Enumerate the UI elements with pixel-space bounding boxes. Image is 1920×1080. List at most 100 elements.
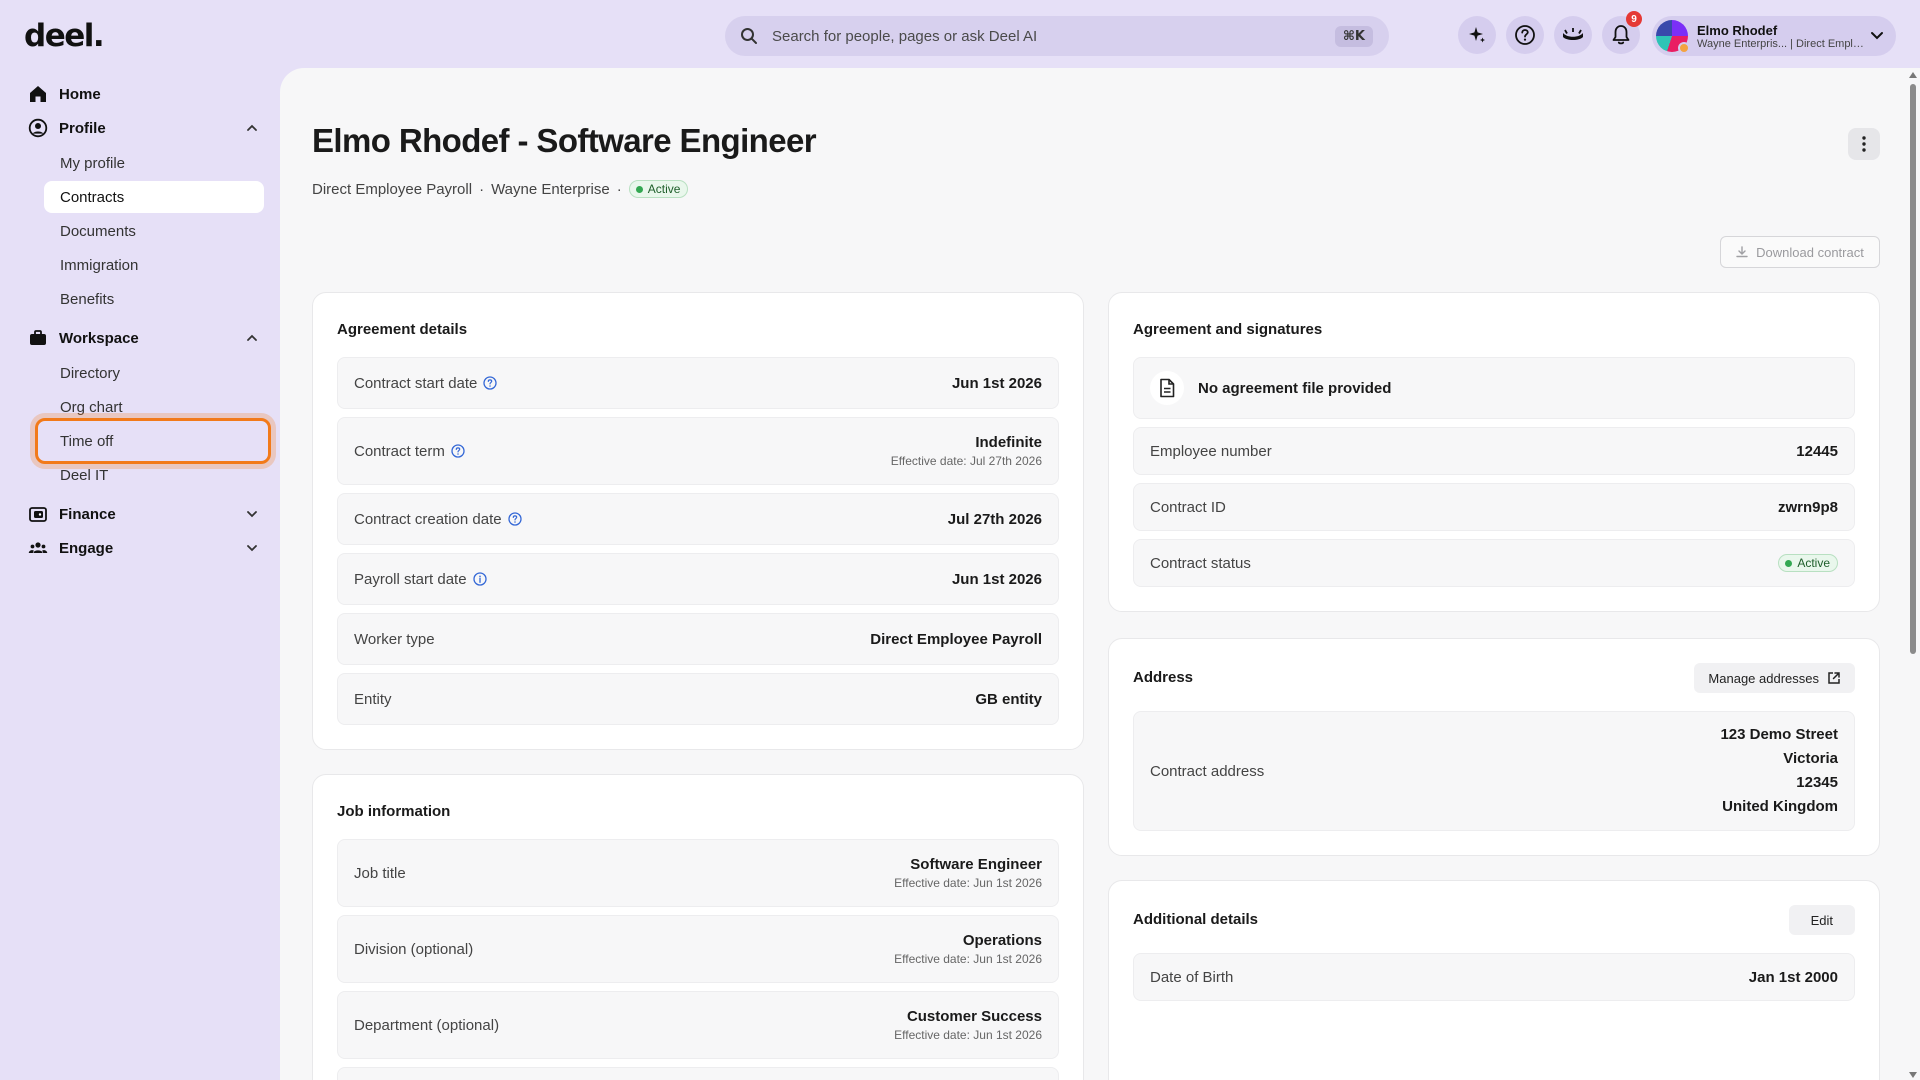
sidebar-section-profile[interactable]: Profile [28, 112, 258, 144]
manage-addresses-button[interactable]: Manage addresses [1694, 663, 1855, 693]
address-line: Victoria [1783, 750, 1838, 767]
sidebar-item-directory[interactable]: Directory [44, 357, 264, 389]
download-label: Download contract [1756, 244, 1864, 260]
agreement-signatures-card: Agreement and signatures No agreement fi… [1108, 292, 1880, 612]
row-label: Job title [354, 864, 406, 882]
company-name: Wayne Enterprise [491, 180, 610, 198]
row-value: Software Engineer [910, 856, 1042, 873]
search-shortcut: ⌘K [1334, 25, 1373, 47]
notification-count-badge: 9 [1626, 11, 1642, 27]
sidebar-item-home[interactable]: Home [28, 78, 258, 110]
manage-addresses-label: Manage addresses [1708, 670, 1819, 686]
detail-row: Job title Software Engineer Effective da… [337, 839, 1059, 907]
page-scrollbar[interactable] [1906, 68, 1920, 1080]
page-title: Elmo Rhodef - Software Engineer [312, 122, 817, 159]
effective-date: Effective date: Jun 1st 2026 [894, 1028, 1042, 1042]
info-question-icon[interactable] [451, 444, 465, 458]
agreement-file-row: No agreement file provided [1133, 357, 1855, 419]
row-value: Jun 1st 2026 [951, 570, 1042, 588]
detail-row: Worker type Direct Employee Payroll [337, 613, 1059, 665]
additional-details-card: Additional details Edit Date of Birth Ja… [1108, 880, 1880, 1080]
detail-row: Contract term Indefinite Effective date:… [337, 417, 1059, 485]
bell-icon [1611, 24, 1631, 46]
sidebar-item-immigration[interactable]: Immigration [44, 249, 264, 281]
deel-logo[interactable]: deel. [24, 18, 105, 54]
kebab-icon [1862, 136, 1866, 152]
info-icon[interactable] [472, 572, 487, 586]
more-options-button[interactable] [1848, 128, 1880, 160]
info-question-icon[interactable] [507, 512, 522, 526]
home-icon [28, 84, 48, 104]
detail-row: Contract ID zwrn9p8 [1133, 483, 1855, 531]
privacy-mode-button[interactable] [1554, 16, 1592, 54]
notifications-button[interactable]: 9 [1602, 11, 1642, 54]
row-label: Employee number [1150, 442, 1272, 460]
sidebar-item-benefits[interactable]: Benefits [44, 283, 264, 315]
detail-row: Division (optional) Operations Effective… [337, 915, 1059, 983]
user-subtitle: Wayne Enterpris... | Direct Employ... [1697, 37, 1867, 50]
row-label: Contract creation date [354, 510, 502, 528]
user-name: Elmo Rhodef [1697, 22, 1778, 38]
row-label: Division (optional) [354, 940, 474, 958]
briefcase-icon [28, 328, 48, 348]
row-value: Jun 1st 2026 [951, 374, 1042, 392]
sidebar-item-label: Home [59, 85, 101, 103]
sidebar-section-finance[interactable]: Finance [28, 498, 258, 530]
effective-date: Effective date: Jun 1st 2026 [894, 876, 1042, 890]
card-title: Agreement details [337, 321, 468, 338]
status-badge: Active [628, 180, 689, 198]
row-label: Contract address [1150, 762, 1265, 780]
download-contract-button[interactable]: Download contract [1720, 236, 1880, 268]
user-menu[interactable]: Elmo Rhodef Wayne Enterpris... | Direct … [1652, 16, 1896, 56]
row-label: Contract start date [354, 374, 478, 392]
sidebar-section-engage[interactable]: Engage [28, 532, 258, 564]
contract-type: Direct Employee Payroll [312, 180, 473, 198]
row-value: 12445 [1796, 442, 1838, 460]
agreement-file-status: No agreement file provided [1198, 379, 1392, 397]
ai-assistant-button[interactable] [1458, 16, 1496, 54]
scroll-up-icon[interactable] [1909, 72, 1917, 78]
row-value: Operations [962, 932, 1042, 949]
sidebar-item-documents[interactable]: Documents [44, 215, 264, 247]
card-title: Agreement and signatures [1133, 321, 1323, 338]
job-information-card: Job information Job title Software Engin… [312, 774, 1084, 1080]
edit-button[interactable]: Edit [1788, 905, 1855, 935]
status-label: Active [647, 182, 681, 196]
chevron-up-icon [246, 124, 258, 132]
avatar [1656, 20, 1690, 54]
user-circle-icon [28, 118, 48, 138]
address-row: Contract address 123 Demo Street Victori… [1133, 711, 1855, 831]
row-value: Jul 27th 2026 [947, 510, 1042, 528]
eye-closed-icon [1561, 26, 1585, 44]
chevron-down-icon [246, 510, 258, 518]
detail-row: Date of Birth Jan 1st 2000 [1133, 953, 1855, 1001]
status-badge: Active [1778, 554, 1838, 572]
people-group-icon [28, 538, 48, 558]
scrollbar-thumb[interactable] [1910, 84, 1916, 654]
detail-row: Entity GB entity [337, 673, 1059, 725]
sidebar-section-workspace[interactable]: Workspace [28, 322, 258, 354]
sidebar-item-my-profile[interactable]: My profile [44, 147, 264, 179]
row-label: Department (optional) [354, 1016, 500, 1034]
detail-row: Department (optional) Customer Success E… [337, 991, 1059, 1059]
info-question-icon[interactable] [483, 376, 498, 390]
row-value: GB entity [975, 690, 1042, 708]
scroll-down-icon[interactable] [1909, 1072, 1917, 1078]
external-link-icon [1827, 671, 1841, 685]
row-label: Worker type [354, 630, 435, 648]
global-search[interactable]: ⌘K [725, 16, 1389, 56]
detail-row-partial [337, 1067, 1059, 1080]
sidebar-section-label: Finance [59, 505, 116, 523]
chevron-up-icon [246, 334, 258, 342]
main-content: Elmo Rhodef - Software Engineer Direct E… [280, 68, 1906, 1080]
search-input[interactable] [772, 27, 1335, 45]
row-value: zwrn9p8 [1777, 498, 1838, 516]
sidebar: Home Profile My profile Contracts Docume… [0, 72, 280, 1080]
help-button[interactable] [1506, 16, 1544, 54]
row-label: Contract ID [1150, 498, 1226, 516]
detail-row: Contract creation date Jul 27th 2026 [337, 493, 1059, 545]
sidebar-item-contracts[interactable]: Contracts [44, 181, 264, 213]
sidebar-section-label: Profile [59, 119, 106, 137]
sidebar-section-label: Engage [59, 539, 114, 557]
address-line: 12345 [1796, 774, 1838, 791]
